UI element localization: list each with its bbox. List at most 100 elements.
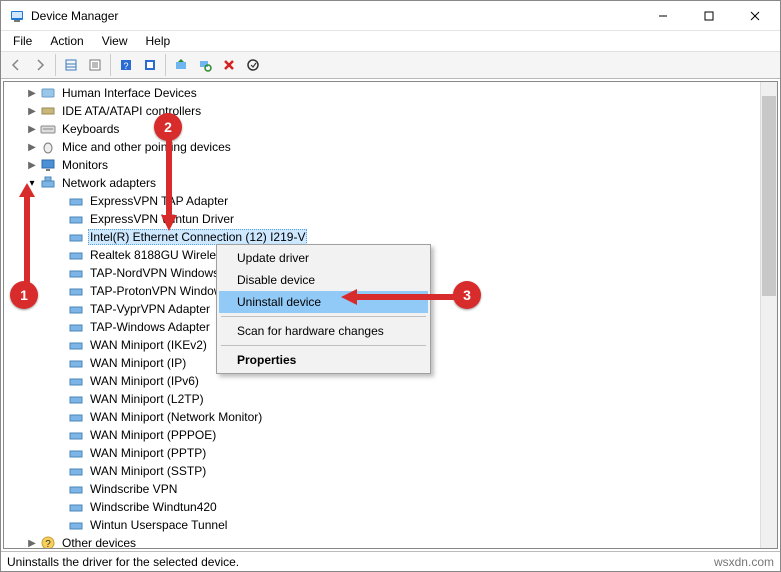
expand-icon[interactable]: ▶ xyxy=(26,537,38,548)
status-bar: Uninstalls the driver for the selected d… xyxy=(1,551,780,571)
device-item[interactable]: WAN Miniport (PPTP) xyxy=(8,444,760,462)
annotation-callout-1: 1 xyxy=(10,281,38,309)
category-monitors[interactable]: ▶ Monitors xyxy=(8,156,760,174)
properties-toolbar-button[interactable] xyxy=(84,54,106,76)
minimize-button[interactable] xyxy=(640,1,686,31)
device-item[interactable]: Windscribe VPN xyxy=(8,480,760,498)
device-item[interactable]: WAN Miniport (SSTP) xyxy=(8,462,760,480)
context-scan-hardware[interactable]: Scan for hardware changes xyxy=(219,320,428,342)
device-item[interactable]: Wintun Userspace Tunnel xyxy=(8,516,760,534)
options-toolbar-button[interactable] xyxy=(139,54,161,76)
device-label: TAP-Windows Adapter xyxy=(88,319,212,335)
device-item[interactable]: WAN Miniport (L2TP) xyxy=(8,390,760,408)
annotation-arrow-2 xyxy=(159,139,179,231)
menu-file[interactable]: File xyxy=(5,32,40,50)
network-adapter-icon xyxy=(68,193,84,209)
device-item[interactable]: ExpressVPN TAP Adapter xyxy=(8,192,760,210)
device-item[interactable]: ExpressVPN Wintun Driver xyxy=(8,210,760,228)
network-adapter-icon xyxy=(68,301,84,317)
network-adapter-icon xyxy=(68,319,84,335)
annotation-callout-2: 2 xyxy=(154,113,182,141)
show-hide-tree-button[interactable] xyxy=(60,54,82,76)
device-item[interactable]: Windscribe Windtun420 xyxy=(8,498,760,516)
other-devices-icon: ? xyxy=(40,535,56,548)
window-title: Device Manager xyxy=(31,9,640,23)
expand-icon[interactable]: ▶ xyxy=(26,123,38,135)
network-adapter-icon xyxy=(68,427,84,443)
device-label: WAN Miniport (L2TP) xyxy=(88,391,206,407)
device-label: Windscribe Windtun420 xyxy=(88,499,219,515)
maximize-button[interactable] xyxy=(686,1,732,31)
network-adapter-icon xyxy=(68,265,84,281)
category-other-devices[interactable]: ▶ ? Other devices xyxy=(8,534,760,548)
category-label: Other devices xyxy=(60,535,138,548)
category-keyboards[interactable]: ▶ Keyboards xyxy=(8,120,760,138)
ide-icon xyxy=(40,103,56,119)
device-label: Intel(R) Ethernet Connection (12) I219-V xyxy=(88,229,307,245)
category-label: Monitors xyxy=(60,157,110,173)
context-update-driver[interactable]: Update driver xyxy=(219,247,428,269)
toolbar: ? xyxy=(1,51,780,79)
category-ide[interactable]: ▶ IDE ATA/ATAPI controllers xyxy=(8,102,760,120)
help-toolbar-button[interactable]: ? xyxy=(115,54,137,76)
device-label: TAP-VyprVPN Adapter xyxy=(88,301,212,317)
expand-icon[interactable]: ▶ xyxy=(26,87,38,99)
category-label: Mice and other pointing devices xyxy=(60,139,233,155)
network-adapter-icon xyxy=(68,463,84,479)
menu-bar: File Action View Help xyxy=(1,31,780,51)
device-label: TAP-NordVPN Windows xyxy=(88,265,221,281)
annotation-arrow-1 xyxy=(17,183,37,283)
close-button[interactable] xyxy=(732,1,778,31)
device-item[interactable]: WAN Miniport (IPv6) xyxy=(8,372,760,390)
vertical-scrollbar[interactable] xyxy=(760,82,777,548)
network-adapter-icon xyxy=(68,247,84,263)
menu-action[interactable]: Action xyxy=(42,32,91,50)
category-mice[interactable]: ▶ Mice and other pointing devices xyxy=(8,138,760,156)
uninstall-toolbar-button[interactable] xyxy=(218,54,240,76)
network-adapter-icon xyxy=(68,499,84,515)
device-label: WAN Miniport (PPTP) xyxy=(88,445,208,461)
context-properties[interactable]: Properties xyxy=(219,349,428,371)
scrollbar-thumb[interactable] xyxy=(762,96,776,296)
svg-text:?: ? xyxy=(45,539,51,548)
device-label: Windscribe VPN xyxy=(88,481,179,497)
network-adapter-icon xyxy=(68,229,84,245)
device-label: TAP-ProtonVPN Windows xyxy=(88,283,231,299)
network-adapter-icon xyxy=(68,373,84,389)
category-label: Human Interface Devices xyxy=(60,85,199,101)
monitor-icon xyxy=(40,157,56,173)
device-item[interactable]: WAN Miniport (PPPOE) xyxy=(8,426,760,444)
device-item[interactable]: WAN Miniport (Network Monitor) xyxy=(8,408,760,426)
menu-help[interactable]: Help xyxy=(138,32,179,50)
device-label: WAN Miniport (PPPOE) xyxy=(88,427,218,443)
scan-hardware-toolbar-button[interactable] xyxy=(194,54,216,76)
device-label: WAN Miniport (IKEv2) xyxy=(88,337,209,353)
update-driver-toolbar-button[interactable] xyxy=(170,54,192,76)
status-text: Uninstalls the driver for the selected d… xyxy=(7,555,239,569)
expand-icon[interactable]: ▶ xyxy=(26,159,38,171)
menu-view[interactable]: View xyxy=(94,32,136,50)
category-label: Keyboards xyxy=(60,121,121,137)
network-icon xyxy=(40,175,56,191)
device-label: WAN Miniport (IPv6) xyxy=(88,373,201,389)
app-icon xyxy=(9,8,25,24)
network-adapter-icon xyxy=(68,517,84,533)
network-adapter-icon xyxy=(68,337,84,353)
context-separator xyxy=(221,345,426,346)
category-hid[interactable]: ▶ Human Interface Devices xyxy=(8,84,760,102)
category-label: IDE ATA/ATAPI controllers xyxy=(60,103,203,119)
device-label: WAN Miniport (SSTP) xyxy=(88,463,208,479)
network-adapter-icon xyxy=(68,391,84,407)
device-label: WAN Miniport (Network Monitor) xyxy=(88,409,264,425)
category-label: Network adapters xyxy=(60,175,158,191)
network-adapter-icon xyxy=(68,481,84,497)
annotation-arrow-3 xyxy=(341,287,456,307)
disable-toolbar-button[interactable] xyxy=(242,54,264,76)
context-separator xyxy=(221,316,426,317)
keyboard-icon xyxy=(40,121,56,137)
expand-icon[interactable]: ▶ xyxy=(26,141,38,153)
svg-text:?: ? xyxy=(123,61,128,71)
category-network-adapters[interactable]: ▾ Network adapters xyxy=(8,174,760,192)
network-adapter-icon xyxy=(68,283,84,299)
expand-icon[interactable]: ▶ xyxy=(26,105,38,117)
